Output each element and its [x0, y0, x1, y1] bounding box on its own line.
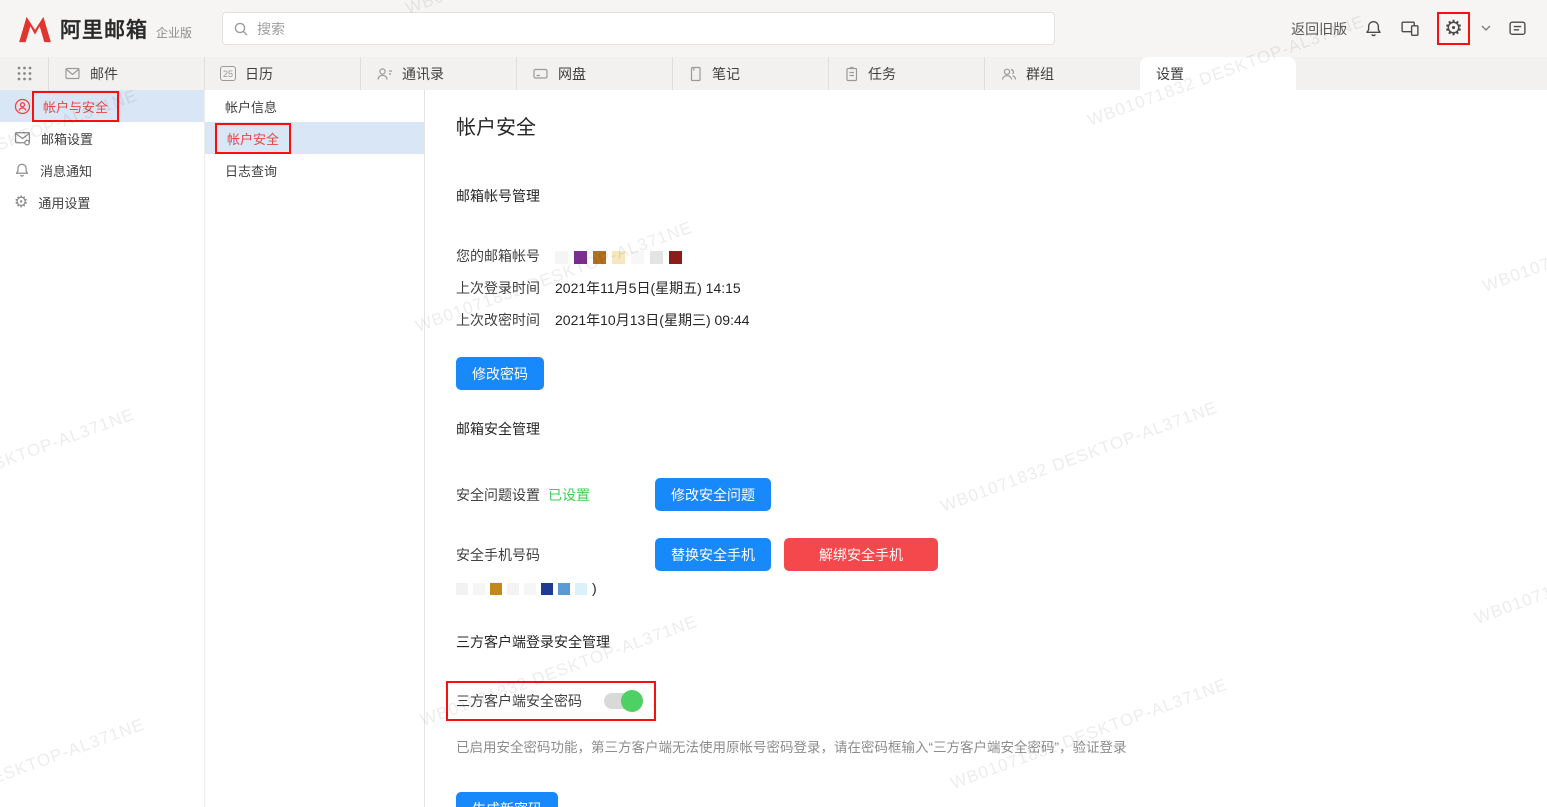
email-label: 您的邮箱帐号 — [456, 246, 555, 266]
tab-label: 日历 — [245, 64, 273, 84]
chevron-down-icon[interactable] — [1481, 25, 1491, 32]
client-password-description: 已启用安全密码功能，第三方客户端无法使用原帐号密码登录，请在密码框输入“三方客户… — [456, 736, 1547, 756]
secondary-item-label: 帐户信息 — [225, 97, 277, 116]
module-tab-bar: 邮件 25 日历 通讯录 网盘 笔记 — [0, 57, 1547, 90]
tabbar-filler — [1296, 57, 1547, 90]
tab-contacts[interactable]: 通讯录 — [360, 57, 516, 90]
tab-label: 群组 — [1026, 64, 1054, 84]
security-question-row: 安全问题设置 已设置 修改安全问题 — [456, 478, 1547, 511]
settings-gear-icon[interactable]: ⚙ — [1444, 18, 1463, 39]
app-title: 阿里邮箱 — [60, 14, 148, 44]
edition-badge: 企业版 — [156, 24, 192, 41]
tab-notes[interactable]: 笔记 — [672, 57, 828, 90]
note-icon — [688, 66, 703, 82]
contacts-icon — [376, 66, 393, 82]
drive-icon — [532, 66, 549, 81]
tab-label: 笔记 — [712, 64, 740, 84]
search-box[interactable] — [222, 12, 1055, 45]
multi-device-icon[interactable] — [1400, 19, 1420, 38]
last-login-label: 上次登录时间 — [456, 278, 555, 298]
app-logo: 阿里邮箱 企业版 — [18, 14, 192, 44]
task-icon — [844, 66, 859, 82]
settings-sidebar: 帐户与安全 邮箱设置 消息通知 ⚙ 通用设置 — [0, 90, 205, 807]
redacted-phone-blocks — [456, 580, 592, 596]
calendar-icon: 25 — [220, 66, 236, 81]
back-to-old-version-link[interactable]: 返回旧版 — [1291, 19, 1347, 39]
sidebar-item-label: 通用设置 — [38, 193, 90, 212]
modify-security-question-button[interactable]: 修改安全问题 — [655, 478, 771, 511]
feedback-icon[interactable] — [1508, 19, 1527, 38]
phone-suffix: ) — [592, 580, 597, 596]
sidebar-item-mail-settings[interactable]: 邮箱设置 — [0, 122, 204, 154]
tab-label: 邮件 — [90, 64, 118, 84]
last-password-change-value: 2021年10月13日(星期三) 09:44 — [555, 310, 750, 330]
sidebar-item-notifications[interactable]: 消息通知 — [0, 154, 204, 186]
settings-annotation-box: ⚙ — [1437, 12, 1470, 45]
toggle-knob — [621, 690, 643, 712]
person-circle-icon — [14, 98, 31, 115]
notification-bell-icon[interactable] — [1364, 19, 1383, 38]
tab-label: 网盘 — [558, 64, 586, 84]
mail-icon — [64, 66, 81, 81]
tab-label: 通讯录 — [402, 64, 444, 84]
redacted-phone-row: ) — [456, 580, 1547, 596]
sidebar-item-label: 帐户与安全 — [32, 91, 119, 122]
client-password-annotation-box: 三方客户端安全密码 — [446, 681, 656, 721]
secondary-item-account-info[interactable]: 帐户信息 — [205, 90, 424, 122]
tab-calendar[interactable]: 25 日历 — [204, 57, 360, 90]
last-login-value: 2021年11月5日(星期五) 14:15 — [555, 278, 741, 298]
bell-icon — [14, 162, 30, 178]
last-login-row: 上次登录时间 2021年11月5日(星期五) 14:15 — [456, 278, 1547, 298]
generate-new-password-button[interactable]: 生成新密码 — [456, 792, 558, 807]
tab-settings[interactable]: 设置 — [1140, 57, 1296, 90]
search-icon — [233, 21, 249, 37]
tab-label: 设置 — [1156, 64, 1184, 84]
redacted-email-value — [555, 248, 688, 264]
tab-label: 任务 — [868, 64, 896, 84]
apps-grid-icon[interactable] — [0, 57, 48, 90]
section-heading-security: 邮箱安全管理 — [456, 419, 1547, 439]
last-password-change-row: 上次改密时间 2021年10月13日(星期三) 09:44 — [456, 310, 1547, 330]
sidebar-item-general-settings[interactable]: ⚙ 通用设置 — [0, 186, 204, 218]
main-panel: 帐户安全 邮箱帐号管理 您的邮箱帐号 上次登录时间 2021年11月5日(星期五… — [425, 90, 1547, 807]
sidebar-item-label: 消息通知 — [40, 161, 92, 180]
email-account-row: 您的邮箱帐号 — [456, 246, 1547, 266]
security-question-label: 安全问题设置 — [456, 485, 548, 505]
secondary-item-label: 日志查询 — [225, 161, 277, 180]
gear-icon: ⚙ — [14, 194, 28, 210]
mail-gear-icon — [14, 130, 31, 146]
tab-mail[interactable]: 邮件 — [48, 57, 204, 90]
secondary-item-log-query[interactable]: 日志查询 — [205, 154, 424, 186]
tab-groups[interactable]: 群组 — [984, 57, 1140, 90]
client-password-toggle[interactable] — [604, 693, 641, 709]
group-icon — [1000, 66, 1017, 82]
secondary-nav: 帐户信息 帐户安全 日志查询 — [205, 90, 425, 807]
client-password-label: 三方客户端安全密码 — [456, 691, 582, 711]
top-bar: 阿里邮箱 企业版 返回旧版 ⚙ — [0, 0, 1547, 57]
sidebar-item-account-security[interactable]: 帐户与安全 — [0, 90, 204, 122]
page-title: 帐户安全 — [456, 111, 1547, 140]
secondary-item-label: 帐户安全 — [215, 123, 291, 154]
secondary-item-account-security[interactable]: 帐户安全 — [205, 122, 424, 154]
security-question-status: 已设置 — [548, 485, 655, 505]
security-phone-row: 安全手机号码 替换安全手机 解绑安全手机 — [456, 538, 1547, 571]
tab-drive[interactable]: 网盘 — [516, 57, 672, 90]
section-heading-account: 邮箱帐号管理 — [456, 186, 1547, 206]
alimail-logo-icon — [18, 15, 52, 43]
sidebar-item-label: 邮箱设置 — [41, 129, 93, 148]
last-password-change-label: 上次改密时间 — [456, 310, 555, 330]
tab-tasks[interactable]: 任务 — [828, 57, 984, 90]
unbind-security-phone-button[interactable]: 解绑安全手机 — [784, 538, 938, 571]
security-phone-label: 安全手机号码 — [456, 545, 655, 565]
change-password-button[interactable]: 修改密码 — [456, 357, 544, 390]
search-input[interactable] — [257, 21, 1044, 37]
section-heading-client: 三方客户端登录安全管理 — [456, 632, 1547, 652]
replace-security-phone-button[interactable]: 替换安全手机 — [655, 538, 771, 571]
